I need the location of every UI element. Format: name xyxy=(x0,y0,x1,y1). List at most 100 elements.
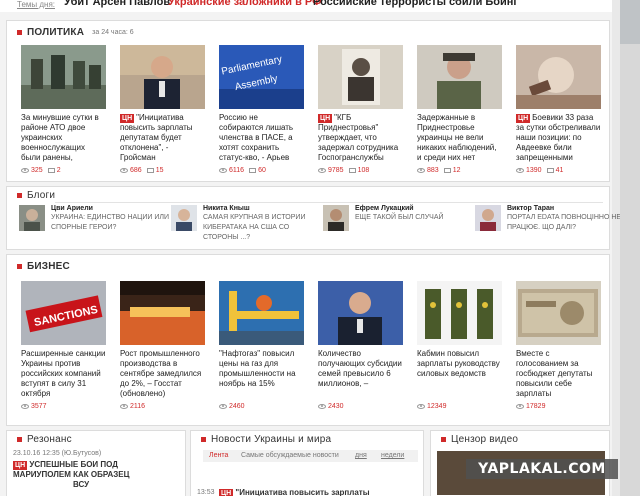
comments-icon xyxy=(146,168,154,173)
business-title[interactable]: БИЗНЕС xyxy=(27,261,70,272)
business-panel: БИЗНЕС SANCTIONS Расширенные санкции Укр… xyxy=(6,254,610,426)
news-title[interactable]: Рост промышленного производства в сентяб… xyxy=(120,349,205,399)
avatar[interactable] xyxy=(323,205,349,231)
news-card[interactable]: ЦН "Инициатива повысить зарплаты депутата… xyxy=(120,45,205,174)
section-marker-icon xyxy=(17,437,22,442)
views-count: 2460 xyxy=(229,403,245,410)
blog-item[interactable]: Ефрем Лукацкий ЕЩЕ ТАКОЙ БЫЛ СЛУЧАЙ xyxy=(323,205,475,243)
blog-item[interactable]: Цви Ариели УКРАИНА: ЕДИНСТВО НАЦИИ ИЛИ СП… xyxy=(19,205,171,243)
blog-title[interactable]: ПОРТАЛ EDATA ПОВНОЦІННО НЕ ПРАЦЮЄ. ЩО ДА… xyxy=(507,213,627,233)
news-title[interactable]: ЦН "Инициатива повысить зарплаты депутата… xyxy=(120,113,205,163)
news-thumbnail[interactable] xyxy=(219,281,304,345)
topic-link-1[interactable]: Убит Арсен Павлов xyxy=(64,0,170,8)
news-thumbnail[interactable] xyxy=(417,45,502,109)
tab-feed[interactable]: Лента xyxy=(209,452,228,459)
blog-item[interactable]: Никита Кныш САМАЯ КРУПНАЯ В ИСТОРИИ КИБЕР… xyxy=(171,205,323,243)
news-thumbnail[interactable] xyxy=(417,281,502,345)
comments-count: 41 xyxy=(555,167,564,174)
blogs-title[interactable]: Блоги xyxy=(27,190,55,201)
news-thumbnail[interactable] xyxy=(120,281,205,345)
blogs-header: Блоги xyxy=(17,190,55,201)
section-marker-icon xyxy=(17,193,22,198)
news-card[interactable]: ЦН Боевики 33 раза за сутки обстреливали … xyxy=(516,45,601,174)
resonance-title[interactable]: Резонанс xyxy=(27,434,72,445)
news-title[interactable]: Вместе с голосованием за госбюджет депут… xyxy=(516,349,601,399)
news-card[interactable]: Задержанные в Приднестровье украинцы не … xyxy=(417,45,502,174)
avatar[interactable] xyxy=(171,205,197,231)
news-card[interactable]: SANCTIONS Расширенные санкции Украины пр… xyxy=(21,281,106,410)
views-icon xyxy=(318,168,326,173)
news-headline[interactable]: ЦН "Инициатива повысить зарплаты xyxy=(219,488,370,496)
views-icon xyxy=(516,404,524,409)
tab-week[interactable]: недели xyxy=(381,452,404,459)
blog-author[interactable]: Ефрем Лукацкий xyxy=(355,205,444,212)
news-title[interactable]: За минувшие сутки в районе АТО двое укра… xyxy=(21,113,106,163)
parliament-sign-icon: Parliamentary Assembly xyxy=(219,45,304,109)
video-title[interactable]: Цензор видео xyxy=(451,434,518,445)
video-header: Цензор видео xyxy=(441,434,518,445)
news-card[interactable]: Количество получающих субсидии семей пре… xyxy=(318,281,403,410)
topic-link-3[interactable]: Российские террористы сбили Боинг xyxy=(313,0,518,8)
news-title[interactable]: Задержанные в Приднестровье украинцы не … xyxy=(417,113,502,163)
news-thumbnail[interactable] xyxy=(516,45,601,109)
news-thumbnail[interactable]: Parliamentary Assembly xyxy=(219,45,304,109)
blog-author[interactable]: Виктор Таран xyxy=(507,205,627,212)
topic-link-2[interactable]: Украинские заложники в РФ xyxy=(168,0,322,8)
news-thumbnail[interactable] xyxy=(120,45,205,109)
views-count: 1390 xyxy=(526,167,542,174)
politics-title[interactable]: ПОЛИТИКА xyxy=(27,27,84,38)
resonance-header: Резонанс xyxy=(17,434,72,445)
news-card[interactable]: Parliamentary Assembly Россию не собираю… xyxy=(219,45,304,174)
news-thumbnail[interactable]: SANCTIONS xyxy=(21,281,106,345)
news-card[interactable]: ЦН "КГБ Приднестровья" утверждает, что за… xyxy=(318,45,403,174)
comments-icon xyxy=(443,168,451,173)
news-tabs: Лента Самые обсуждаемые новости дня неде… xyxy=(203,450,418,462)
news-feed-title[interactable]: Новости Украины и мира xyxy=(211,434,331,445)
gas-pipeline-photo-icon xyxy=(219,281,304,345)
views-icon xyxy=(516,168,524,173)
politics-header: ПОЛИТИКА за 24 часа: 6 xyxy=(17,27,134,38)
views-icon xyxy=(21,168,29,173)
views-count: 6116 xyxy=(229,167,245,174)
news-card[interactable]: Вместе с голосованием за госбюджет депут… xyxy=(516,281,601,410)
tab-most-discussed[interactable]: Самые обсуждаемые новости xyxy=(241,452,339,459)
news-card[interactable]: "Нафтогаз" повысил цены на газ для промы… xyxy=(219,281,304,410)
news-thumbnail[interactable] xyxy=(516,281,601,345)
blog-item[interactable]: Виктор Таран ПОРТАЛ EDATA ПОВНОЦІННО НЕ П… xyxy=(475,205,627,243)
news-card[interactable]: Кабмин повысил зарплаты руководству сило… xyxy=(417,281,502,410)
avatar[interactable] xyxy=(19,205,45,231)
news-title[interactable]: "Нафтогаз" повысил цены на газ для промы… xyxy=(219,349,304,399)
avatar[interactable] xyxy=(475,205,501,231)
comments-icon xyxy=(546,168,554,173)
politics-subtitle: за 24 часа: 6 xyxy=(92,29,134,36)
section-marker-icon xyxy=(17,264,22,269)
topics-bar: Темы дня: Убит Арсен Павлов Украинские з… xyxy=(0,0,612,12)
news-title[interactable]: Россию не собираются лишать членства в П… xyxy=(219,113,304,163)
officer-photo-icon xyxy=(417,45,502,109)
news-title[interactable]: ЦН Боевики 33 раза за сутки обстреливали … xyxy=(516,113,601,163)
news-title[interactable]: ЦН "КГБ Приднестровья" утверждает, что за… xyxy=(318,113,403,163)
soldiers-photo-icon xyxy=(21,45,106,109)
comments-count: 2 xyxy=(56,167,61,174)
comments-icon xyxy=(47,168,55,173)
cn-badge: ЦН xyxy=(219,489,234,496)
resonance-meta: 23.10.16 12:35 (Ю.Бутусов) xyxy=(13,450,102,457)
news-card[interactable]: Рост промышленного производства в сентяб… xyxy=(120,281,205,410)
news-feed-header: Новости Украины и мира xyxy=(201,434,331,445)
comments-icon xyxy=(348,168,356,173)
resonance-headline[interactable]: ЦН УСПЕШНЫЕ БОИ ПОД МАРИУПОЛЕМ КАК ОБРАЗ… xyxy=(13,460,129,490)
news-title[interactable]: Расширенные санкции Украины против росси… xyxy=(21,349,106,399)
news-title[interactable]: Кабмин повысил зарплаты руководству сило… xyxy=(417,349,502,399)
blog-title[interactable]: УКРАИНА: ЕДИНСТВО НАЦИИ ИЛИ СПОРНЫЕ ГЕРО… xyxy=(51,213,171,233)
news-card[interactable]: За минувшие сутки в районе АТО двое укра… xyxy=(21,45,106,174)
news-thumbnail[interactable] xyxy=(318,281,403,345)
sanctions-stamp-icon: SANCTIONS xyxy=(21,281,106,345)
news-title[interactable]: Количество получающих субсидии семей пре… xyxy=(318,349,403,399)
tab-day[interactable]: дня xyxy=(355,452,367,459)
blog-title[interactable]: ЕЩЕ ТАКОЙ БЫЛ СЛУЧАЙ xyxy=(355,213,444,223)
blog-author[interactable]: Цви Ариели xyxy=(51,205,171,212)
news-thumbnail[interactable] xyxy=(21,45,106,109)
news-thumbnail[interactable] xyxy=(318,45,403,109)
blog-author[interactable]: Никита Кныш xyxy=(203,205,323,212)
blog-title[interactable]: САМАЯ КРУПНАЯ В ИСТОРИИ КИБЕРАТАКА НА СШ… xyxy=(203,213,323,243)
